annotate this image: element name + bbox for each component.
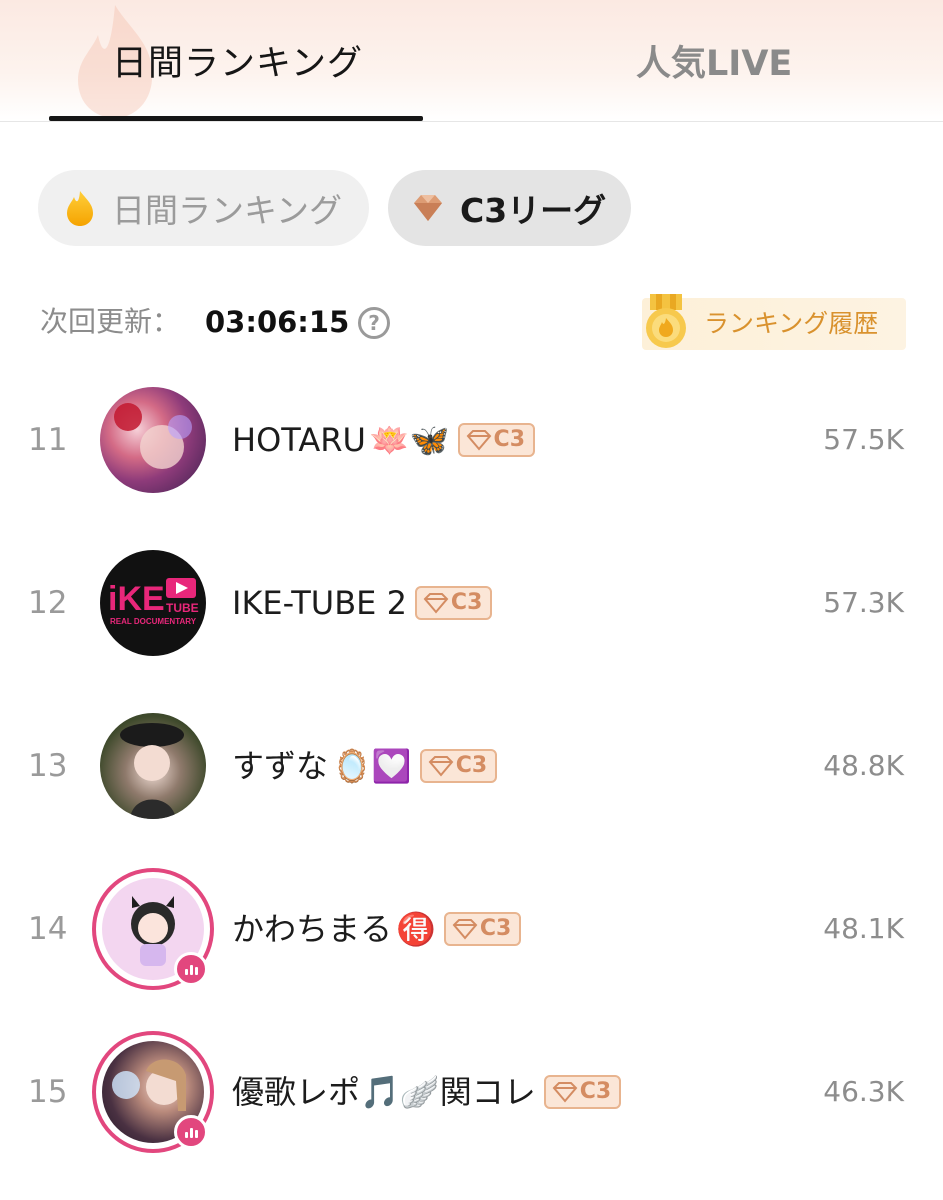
rank-number: 13: [28, 748, 68, 784]
flame-icon: [67, 191, 93, 226]
tab-popular-live[interactable]: 人気LIVE: [636, 40, 792, 88]
ranking-history-label: ランキング履歴: [704, 309, 879, 338]
diamond-icon: [428, 756, 454, 777]
ranking-row[interactable]: 11 HOTARU 🪷🦋 C3 57.5K: [0, 380, 943, 500]
avatar-portrait-icon: [114, 403, 192, 469]
score-value: 57.3K: [823, 586, 904, 619]
ranking-history-button[interactable]: ランキング履歴: [642, 294, 906, 350]
streamer-name: IKE-TUBE 2: [232, 584, 407, 622]
streamer-name: HOTARU: [232, 421, 366, 459]
avatar[interactable]: [100, 387, 206, 493]
streamer-name: かわちまる: [232, 910, 393, 948]
diamond-icon: [552, 1082, 578, 1103]
chip-daily-ranking[interactable]: 日間ランキング: [38, 170, 369, 246]
c3-badge-label: C3: [493, 427, 525, 452]
name-emoji: 🪞💟: [332, 747, 412, 785]
diamond-icon: [414, 195, 442, 221]
top-tab-bar: 日間ランキング 人気LIVE: [0, 0, 943, 122]
chip-daily-label: 日間ランキング: [112, 191, 343, 230]
streamer-name-group: HOTARU 🪷🦋 C3: [232, 416, 535, 464]
logo-ike-text: iKE: [108, 580, 165, 618]
next-update-label: 次回更新：: [40, 305, 181, 338]
live-indicator-icon: [174, 1115, 208, 1149]
rank-number: 14: [28, 911, 68, 947]
help-icon[interactable]: ?: [358, 307, 390, 339]
chip-c3-league[interactable]: C3リーグ: [388, 170, 631, 246]
c3-badge: C3: [543, 1075, 622, 1109]
c3-badge-label: C3: [455, 753, 488, 778]
streamer-name: すずな: [232, 747, 329, 785]
c3-badge-label: C3: [579, 1079, 612, 1104]
chip-c3-label: C3リーグ: [460, 191, 607, 230]
c3-badge-label: C3: [450, 590, 483, 615]
diamond-icon: [466, 430, 491, 451]
avatar-live[interactable]: [92, 868, 214, 990]
ranking-row[interactable]: 15 優歌レポ🎵🪽関コレ C3 46.3K: [0, 1031, 943, 1153]
rank-number: 15: [28, 1074, 68, 1110]
next-update-time: 03:06:15: [205, 305, 350, 339]
live-indicator-icon: [174, 952, 208, 986]
diamond-icon: [452, 919, 478, 940]
rank-number: 12: [28, 585, 68, 621]
avatar[interactable]: [100, 713, 206, 819]
score-value: 48.8K: [823, 749, 904, 782]
active-tab-indicator: [49, 116, 423, 121]
c3-badge: C3: [414, 586, 493, 620]
streamer-name-group: すずな 🪞💟 C3: [232, 742, 498, 790]
avatar-portrait-icon: [120, 723, 184, 819]
diamond-icon: [423, 593, 449, 614]
avatar[interactable]: iKE TUBE REAL DOCUMENTARY: [100, 550, 206, 656]
ranking-row[interactable]: 14 かわちまる 🉐 C3 48.1K: [0, 868, 943, 990]
ranking-row[interactable]: 13 すずな 🪞💟 C3 48.8K: [0, 706, 943, 826]
avatar-live[interactable]: [92, 1031, 214, 1153]
score-value: 48.1K: [823, 912, 904, 945]
logo-tube-text: TUBE: [166, 601, 199, 615]
streamer-name-group: かわちまる 🉐 C3: [232, 905, 522, 953]
score-value: 46.3K: [823, 1075, 904, 1108]
ike-tube-logo: iKE TUBE REAL DOCUMENTARY: [108, 578, 199, 626]
score-value: 57.5K: [823, 423, 904, 456]
rank-number: 11: [28, 422, 68, 458]
name-emoji: 🪷🦋: [369, 421, 450, 459]
tab-daily-ranking[interactable]: 日間ランキング: [112, 40, 363, 88]
medal-icon: [646, 294, 686, 348]
name-emoji: 🉐: [396, 910, 436, 948]
c3-badge: C3: [443, 912, 522, 946]
c3-badge-label: C3: [479, 916, 512, 941]
c3-badge: C3: [419, 749, 498, 783]
streamer-name-group: IKE-TUBE 2 C3: [232, 579, 493, 627]
streamer-name: 優歌レポ🎵🪽関コレ: [232, 1073, 536, 1111]
logo-sub-text: REAL DOCUMENTARY: [110, 617, 197, 626]
streamer-name-group: 優歌レポ🎵🪽関コレ C3: [232, 1068, 622, 1116]
ranking-row[interactable]: 12 iKE TUBE REAL DOCUMENTARY IKE-TUBE 2 …: [0, 543, 943, 663]
c3-badge: C3: [457, 423, 535, 457]
